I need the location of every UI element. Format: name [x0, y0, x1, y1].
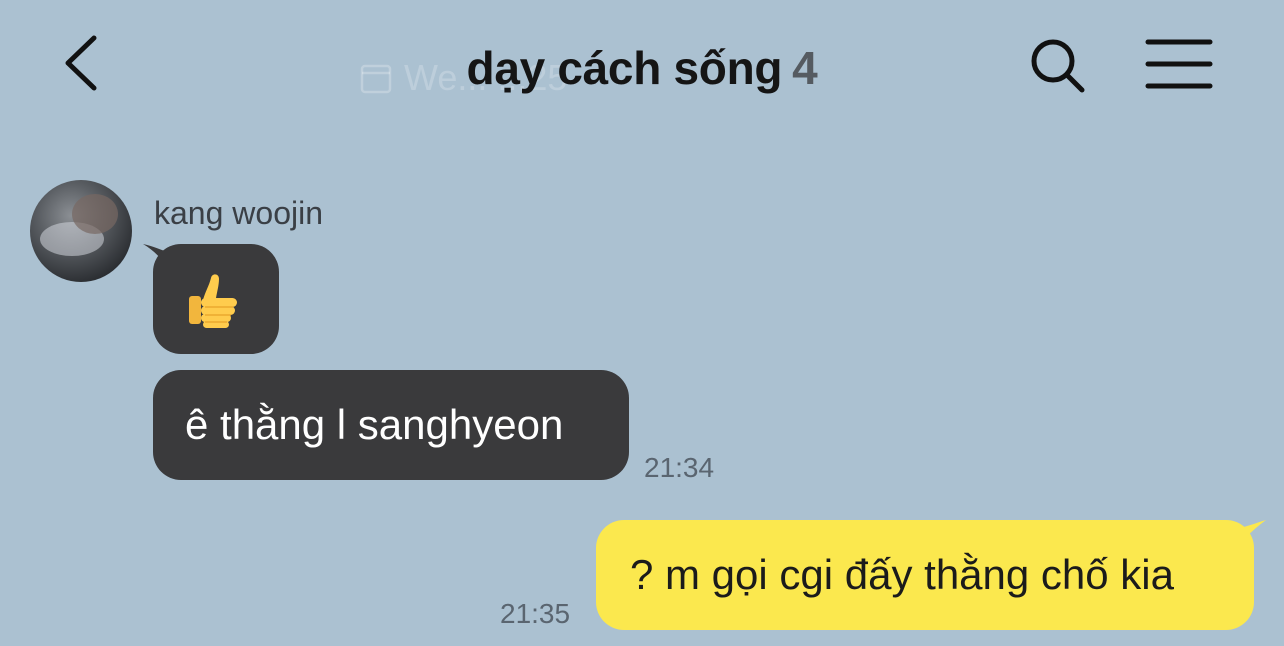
menu-button[interactable] [1144, 34, 1214, 94]
message-timestamp: 21:34 [644, 452, 715, 483]
chat-room-name: dạy cách sống [466, 42, 783, 94]
avatar[interactable] [30, 180, 132, 282]
message-bubble-outgoing[interactable]: ? m gọi cgi đấy thằng chố kia [596, 520, 1254, 630]
member-count: 4 [792, 42, 818, 94]
search-icon [1031, 39, 1085, 93]
chat-title: dạy cách sống 4 [0, 38, 1284, 98]
hamburger-menu-icon [1145, 39, 1213, 89]
sender-name: kang woojin [154, 195, 323, 231]
bubble-tail [1232, 520, 1266, 550]
thumbs-up-emoji [183, 270, 243, 330]
message-timestamp: 21:35 [500, 598, 571, 629]
message-bubble-incoming[interactable]: ê thằng l sanghyeon [153, 370, 629, 480]
search-button[interactable] [1026, 34, 1090, 98]
chat-header: We... ...25 dạy cách sống 4 [0, 0, 1284, 130]
message-bubble-emoji[interactable] [153, 244, 279, 354]
